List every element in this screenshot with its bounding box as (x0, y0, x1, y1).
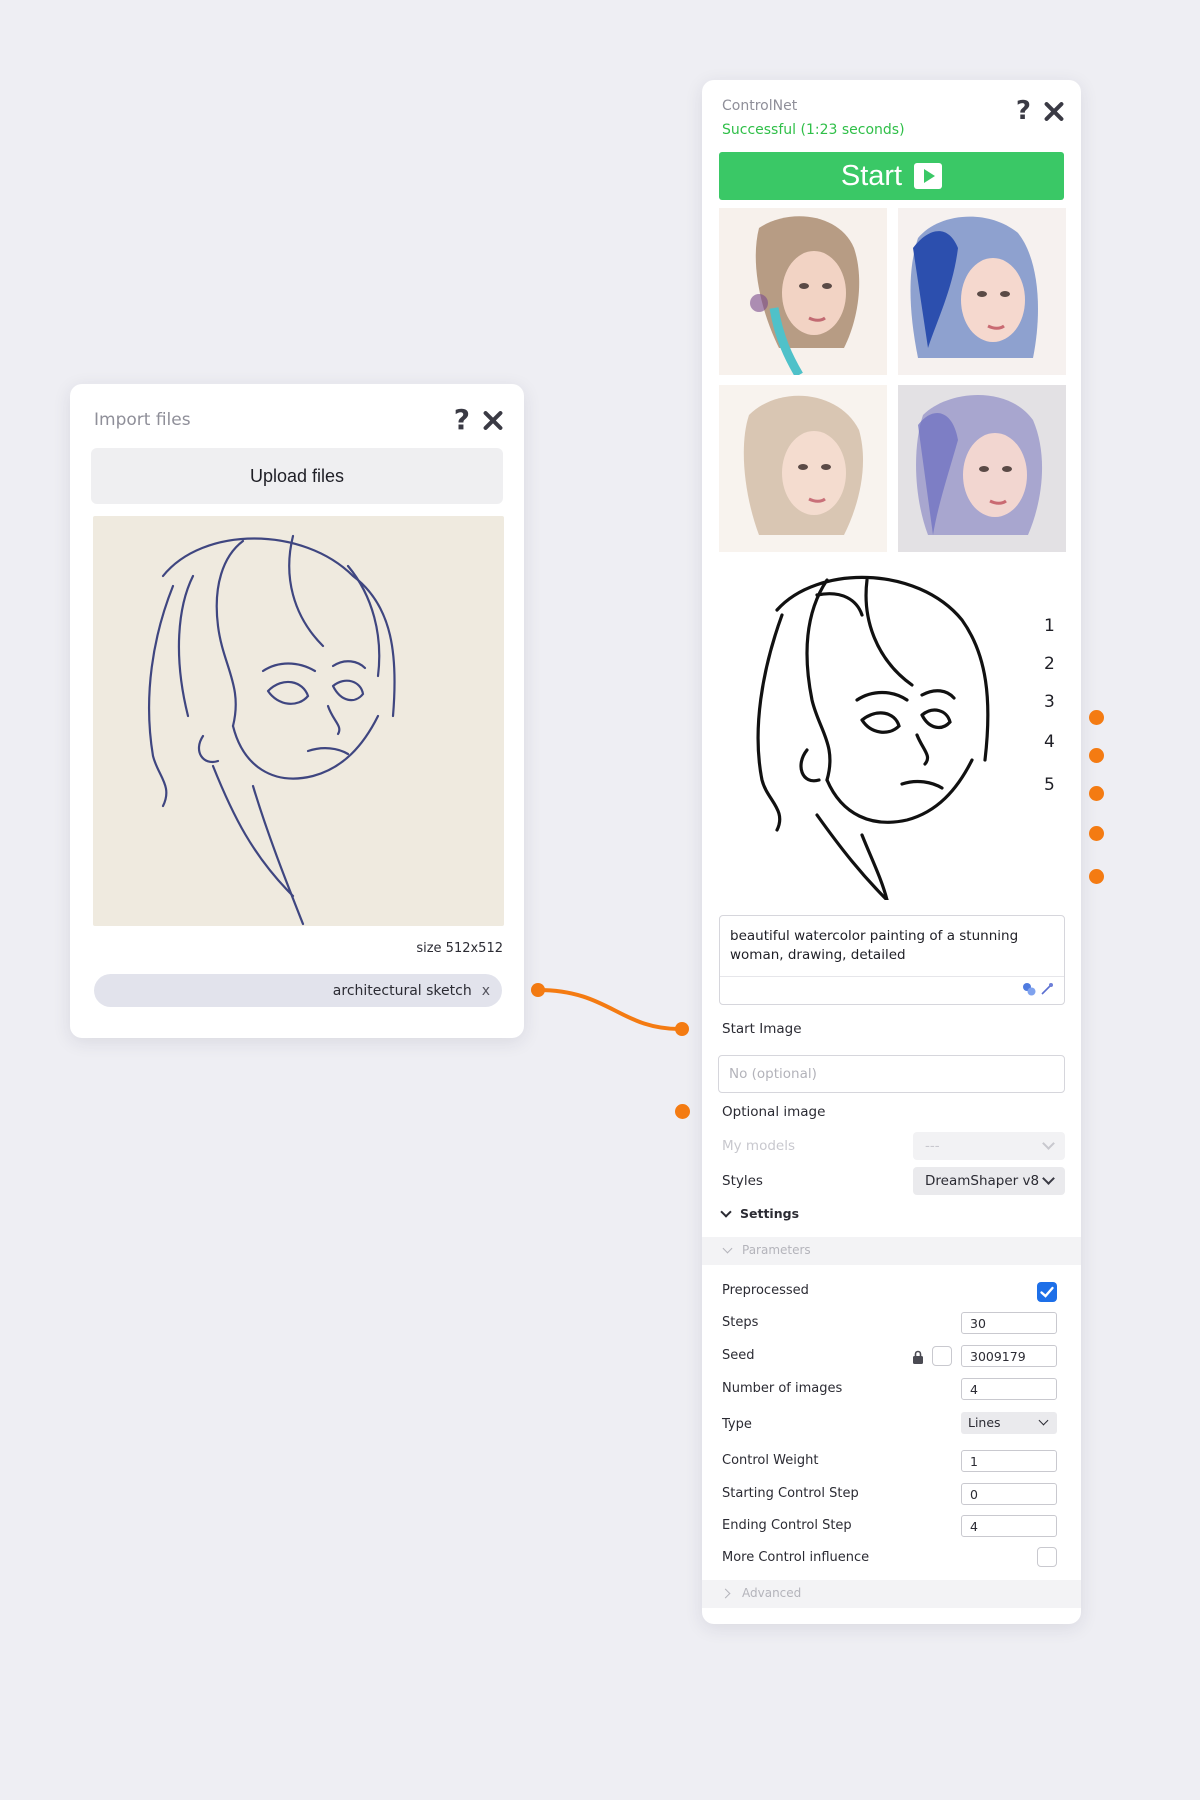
parameters-label: Parameters (742, 1243, 811, 1257)
help-icon[interactable]: ? (1016, 98, 1031, 124)
chevron-down-icon (1038, 1415, 1049, 1426)
panel-title: ControlNet (722, 98, 798, 114)
control-weight-label: Control Weight (722, 1453, 819, 1468)
image-size-label: size 512x512 (416, 941, 503, 956)
watercolor-portrait-icon (719, 385, 887, 552)
pencil-sketch-icon (93, 516, 504, 926)
result-image-4[interactable] (898, 385, 1066, 552)
more-control-influence-checkbox[interactable] (1037, 1547, 1057, 1567)
settings-toggle[interactable]: Settings (720, 1205, 800, 1221)
upload-files-button[interactable]: Upload files (91, 448, 503, 504)
prompt-divider (720, 976, 1064, 977)
type-select[interactable]: Lines (961, 1412, 1057, 1434)
panel-header-icons: ? (454, 406, 504, 434)
close-icon[interactable] (482, 409, 504, 431)
output-port-2[interactable] (1089, 748, 1104, 763)
type-label: Type (722, 1417, 752, 1432)
import-files-panel: Import files ? Upload files size 512x512… (70, 384, 524, 1038)
output-port-4[interactable] (1089, 826, 1104, 841)
preprocessed-checkbox[interactable] (1037, 1282, 1057, 1302)
start-image-input[interactable] (718, 1055, 1065, 1093)
advanced-label: Advanced (742, 1586, 802, 1600)
file-chip[interactable]: architectural sketch x (94, 974, 502, 1007)
panel-title: Import files (94, 410, 191, 430)
steps-label: Steps (722, 1315, 759, 1330)
output-number-4: 4 (1044, 732, 1055, 752)
styles-label: Styles (722, 1173, 763, 1189)
chevron-right-icon (720, 1588, 731, 1599)
optional-image-port[interactable] (675, 1104, 690, 1119)
styles-select[interactable]: DreamShaper v8 (913, 1167, 1065, 1195)
output-port-5[interactable] (1089, 869, 1104, 884)
magic-wand-icon[interactable] (1040, 982, 1054, 996)
watercolor-portrait-icon (898, 208, 1066, 375)
advanced-section[interactable]: Advanced (702, 1580, 1081, 1608)
start-button-label: Start (840, 159, 903, 192)
panel-header-icons: ? (1016, 98, 1065, 124)
remove-file-icon[interactable]: x (482, 983, 490, 999)
output-port-1[interactable] (1089, 710, 1104, 725)
watercolor-portrait-icon (898, 385, 1066, 552)
chevron-down-icon (722, 1243, 733, 1254)
ending-control-step-label: Ending Control Step (722, 1518, 852, 1533)
output-number-5: 5 (1044, 775, 1055, 795)
type-value: Lines (968, 1415, 1001, 1430)
output-number-1: 1 (1044, 616, 1055, 636)
output-port-3[interactable] (1089, 786, 1104, 801)
prompt-text: beautiful watercolor painting of a stunn… (730, 928, 1019, 963)
checkmark-icon (1040, 1286, 1054, 1298)
optional-image-label: Optional image (722, 1104, 826, 1120)
more-control-influence-label: More Control influence (722, 1550, 870, 1565)
help-icon[interactable]: ? (454, 406, 470, 434)
seed-label: Seed (722, 1348, 755, 1363)
chevron-down-icon (1042, 1137, 1055, 1150)
start-image-label: Start Image (722, 1021, 802, 1037)
num-images-input[interactable] (961, 1378, 1057, 1400)
lock-icon[interactable] (912, 1350, 924, 1364)
num-images-label: Number of images (722, 1381, 843, 1396)
prompt-textarea[interactable]: beautiful watercolor painting of a stunn… (719, 915, 1065, 1005)
status-text: Successful (1:23 seconds) (722, 122, 905, 138)
watercolor-portrait-icon (719, 208, 887, 375)
starting-control-step-input[interactable] (961, 1483, 1057, 1505)
translate-icon[interactable] (1022, 982, 1036, 996)
start-button[interactable]: Start (719, 152, 1064, 200)
chevron-down-icon (1042, 1172, 1055, 1185)
control-weight-input[interactable] (961, 1450, 1057, 1472)
my-models-label: My models (722, 1138, 795, 1154)
result-image-2[interactable] (898, 208, 1066, 375)
settings-label: Settings (740, 1206, 800, 1221)
my-models-value: --- (925, 1138, 940, 1154)
chevron-down-icon (720, 1205, 732, 1218)
result-image-1[interactable] (719, 208, 887, 375)
my-models-select[interactable]: --- (913, 1132, 1065, 1160)
sketch-image (93, 516, 504, 926)
play-icon (914, 163, 943, 189)
line-art-portrait-icon (756, 575, 990, 902)
result-image-3[interactable] (719, 385, 887, 552)
output-number-3: 3 (1044, 692, 1055, 712)
controlnet-panel: ControlNet ? Successful (1:23 seconds) S… (702, 80, 1081, 1624)
starting-control-step-label: Starting Control Step (722, 1486, 859, 1501)
close-icon[interactable] (1043, 100, 1065, 122)
file-chip-label: architectural sketch (332, 982, 472, 999)
output-number-2: 2 (1044, 654, 1055, 674)
parameters-section[interactable]: Parameters (702, 1237, 1081, 1265)
steps-input[interactable] (961, 1312, 1057, 1334)
preprocessed-label: Preprocessed (722, 1283, 809, 1298)
seed-input[interactable] (961, 1345, 1057, 1367)
seed-lock-checkbox[interactable] (932, 1346, 952, 1366)
styles-value: DreamShaper v8 (925, 1173, 1040, 1189)
line-art-image (747, 570, 1017, 902)
ending-control-step-input[interactable] (961, 1515, 1057, 1537)
